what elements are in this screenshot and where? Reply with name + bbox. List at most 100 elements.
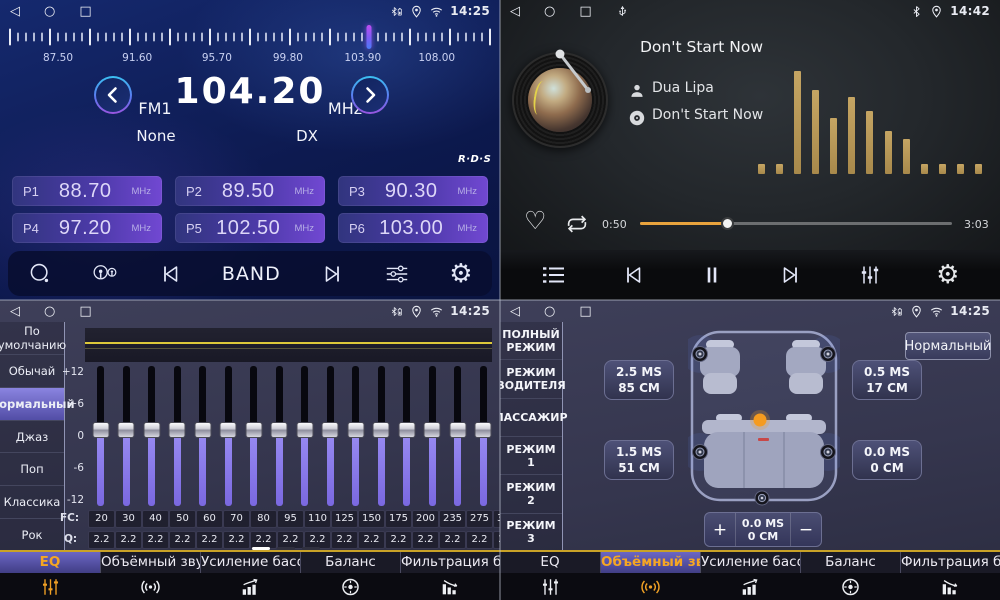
mode-item[interactable]: ПОЛНЫЙ РЕЖИМ xyxy=(500,322,562,360)
prev-station-button[interactable] xyxy=(157,262,183,286)
eq-slider-handle[interactable] xyxy=(194,422,211,438)
delay-front-right[interactable]: 0.5 MS 17 CM xyxy=(852,360,922,400)
decrease-delay-button[interactable]: − xyxy=(791,513,821,546)
tab-surround[interactable]: Объёмный звук xyxy=(100,552,200,600)
q-value[interactable]: 2.2 xyxy=(115,531,142,549)
eq-slider-handle[interactable] xyxy=(220,422,237,438)
home-button[interactable]: ○ xyxy=(544,305,555,318)
frequency-dial[interactable] xyxy=(10,24,490,50)
favorite-button[interactable]: ♡ xyxy=(524,208,546,233)
back-button[interactable]: ◁ xyxy=(510,305,520,318)
tune-button[interactable] xyxy=(384,262,410,286)
progress-bar[interactable] xyxy=(640,222,952,225)
eq-preset-item[interactable]: По умолчанию xyxy=(0,322,64,355)
delay-front-left[interactable]: 2.5 MS 85 CM xyxy=(604,360,674,400)
q-value[interactable]: 2.2 xyxy=(358,531,385,549)
eq-preset-item[interactable]: Рок xyxy=(0,519,64,552)
eq-slider-handle[interactable] xyxy=(424,422,441,438)
equalizer-button[interactable] xyxy=(857,263,883,287)
eq-band-slider[interactable] xyxy=(343,366,369,506)
home-button[interactable]: ○ xyxy=(44,305,55,318)
mode-item[interactable]: РЕЖИМ ВОДИТЕЛЯ xyxy=(500,360,562,398)
tab-eq[interactable]: EQ xyxy=(500,552,600,600)
eq-band-slider[interactable] xyxy=(139,366,165,506)
recents-button[interactable]: □ xyxy=(79,5,91,18)
fc-value[interactable]: 235 xyxy=(439,510,466,528)
eq-slider-handle[interactable] xyxy=(245,422,262,438)
tab-bass[interactable]: Усиление басов xyxy=(700,552,800,600)
recents-button[interactable]: □ xyxy=(79,305,91,318)
delay-rear-right[interactable]: 0.0 MS 0 CM xyxy=(852,440,922,480)
next-station-button[interactable] xyxy=(320,262,346,286)
recents-button[interactable]: □ xyxy=(579,5,591,18)
progress-knob[interactable] xyxy=(721,217,734,230)
eq-band-slider[interactable] xyxy=(190,366,216,506)
eq-band-slider[interactable] xyxy=(471,366,497,506)
seek-down-button[interactable] xyxy=(94,76,132,114)
scan-button[interactable] xyxy=(27,262,53,286)
q-value[interactable]: 2.2 xyxy=(466,531,493,549)
back-button[interactable]: ◁ xyxy=(510,5,520,18)
mode-item[interactable]: РЕЖИМ 1 xyxy=(500,437,562,475)
q-value[interactable]: 2.2 xyxy=(412,531,439,549)
q-value[interactable]: 2.2 xyxy=(385,531,412,549)
fc-value[interactable]: 175 xyxy=(385,510,412,528)
tab-bass[interactable]: Усиление басов xyxy=(200,552,300,600)
increase-delay-button[interactable]: + xyxy=(705,513,735,546)
tab-balance[interactable]: Баланс xyxy=(300,552,400,600)
preset-P1[interactable]: P188.70MHz xyxy=(12,176,162,206)
fc-value[interactable]: 110 xyxy=(304,510,331,528)
previous-track-button[interactable] xyxy=(620,263,646,287)
eq-band-slider[interactable] xyxy=(165,366,191,506)
repeat-button[interactable] xyxy=(564,212,594,236)
mode-item[interactable]: РЕЖИМ 2 xyxy=(500,475,562,513)
seek-up-button[interactable] xyxy=(351,76,389,114)
band-button[interactable]: BAND xyxy=(222,263,281,285)
back-button[interactable]: ◁ xyxy=(10,5,20,18)
album-art[interactable] xyxy=(512,52,608,148)
next-track-button[interactable] xyxy=(778,263,804,287)
mode-item[interactable]: РЕЖИМ 3 xyxy=(500,514,562,552)
q-value[interactable]: 2.2 xyxy=(142,531,169,549)
eq-slider-handle[interactable] xyxy=(449,422,466,438)
preset-P6[interactable]: P6103.00MHz xyxy=(338,213,488,243)
fc-value[interactable]: 30 xyxy=(115,510,142,528)
broadcast-button[interactable] xyxy=(92,262,118,286)
q-value[interactable]: 2.2 xyxy=(439,531,466,549)
home-button[interactable]: ○ xyxy=(44,5,55,18)
eq-band-slider[interactable] xyxy=(318,366,344,506)
eq-band-slider[interactable] xyxy=(267,366,293,506)
eq-slider-handle[interactable] xyxy=(322,422,339,438)
eq-band-slider[interactable] xyxy=(88,366,114,506)
eq-slider-handle[interactable] xyxy=(296,422,313,438)
preset-P2[interactable]: P289.50MHz xyxy=(175,176,325,206)
tab-balance[interactable]: Баланс xyxy=(800,552,900,600)
eq-slider-handle[interactable] xyxy=(373,422,390,438)
q-value[interactable]: 2.2 xyxy=(169,531,196,549)
settings-button[interactable]: ⚙ xyxy=(449,261,472,287)
fc-value[interactable]: 70 xyxy=(223,510,250,528)
mode-item[interactable]: ПАССАЖИР xyxy=(500,399,562,437)
fc-value[interactable]: 200 xyxy=(412,510,439,528)
fc-value[interactable]: 125 xyxy=(331,510,358,528)
home-button[interactable]: ○ xyxy=(544,5,555,18)
tab-filter[interactable]: Фильтрация ба... xyxy=(900,552,1000,600)
dial-marker[interactable] xyxy=(367,25,372,49)
preset-P4[interactable]: P497.20MHz xyxy=(12,213,162,243)
q-value[interactable]: 2.2 xyxy=(88,531,115,549)
q-value[interactable]: 2.2 xyxy=(223,531,250,549)
delay-rear-left[interactable]: 1.5 MS 51 CM xyxy=(604,440,674,480)
car-top-view[interactable] xyxy=(688,328,840,516)
eq-band-slider[interactable] xyxy=(241,366,267,506)
eq-slider-handle[interactable] xyxy=(143,422,160,438)
eq-band-slider[interactable] xyxy=(292,366,318,506)
eq-band-slider[interactable] xyxy=(445,366,471,506)
eq-band-slider[interactable] xyxy=(420,366,446,506)
fc-value[interactable]: 50 xyxy=(169,510,196,528)
pause-button[interactable] xyxy=(699,263,725,287)
settings-button[interactable]: ⚙ xyxy=(936,262,959,288)
eq-slider-handle[interactable] xyxy=(92,422,109,438)
fc-value[interactable]: 20 xyxy=(88,510,115,528)
fc-value[interactable]: 150 xyxy=(358,510,385,528)
preset-P3[interactable]: P390.30MHz xyxy=(338,176,488,206)
